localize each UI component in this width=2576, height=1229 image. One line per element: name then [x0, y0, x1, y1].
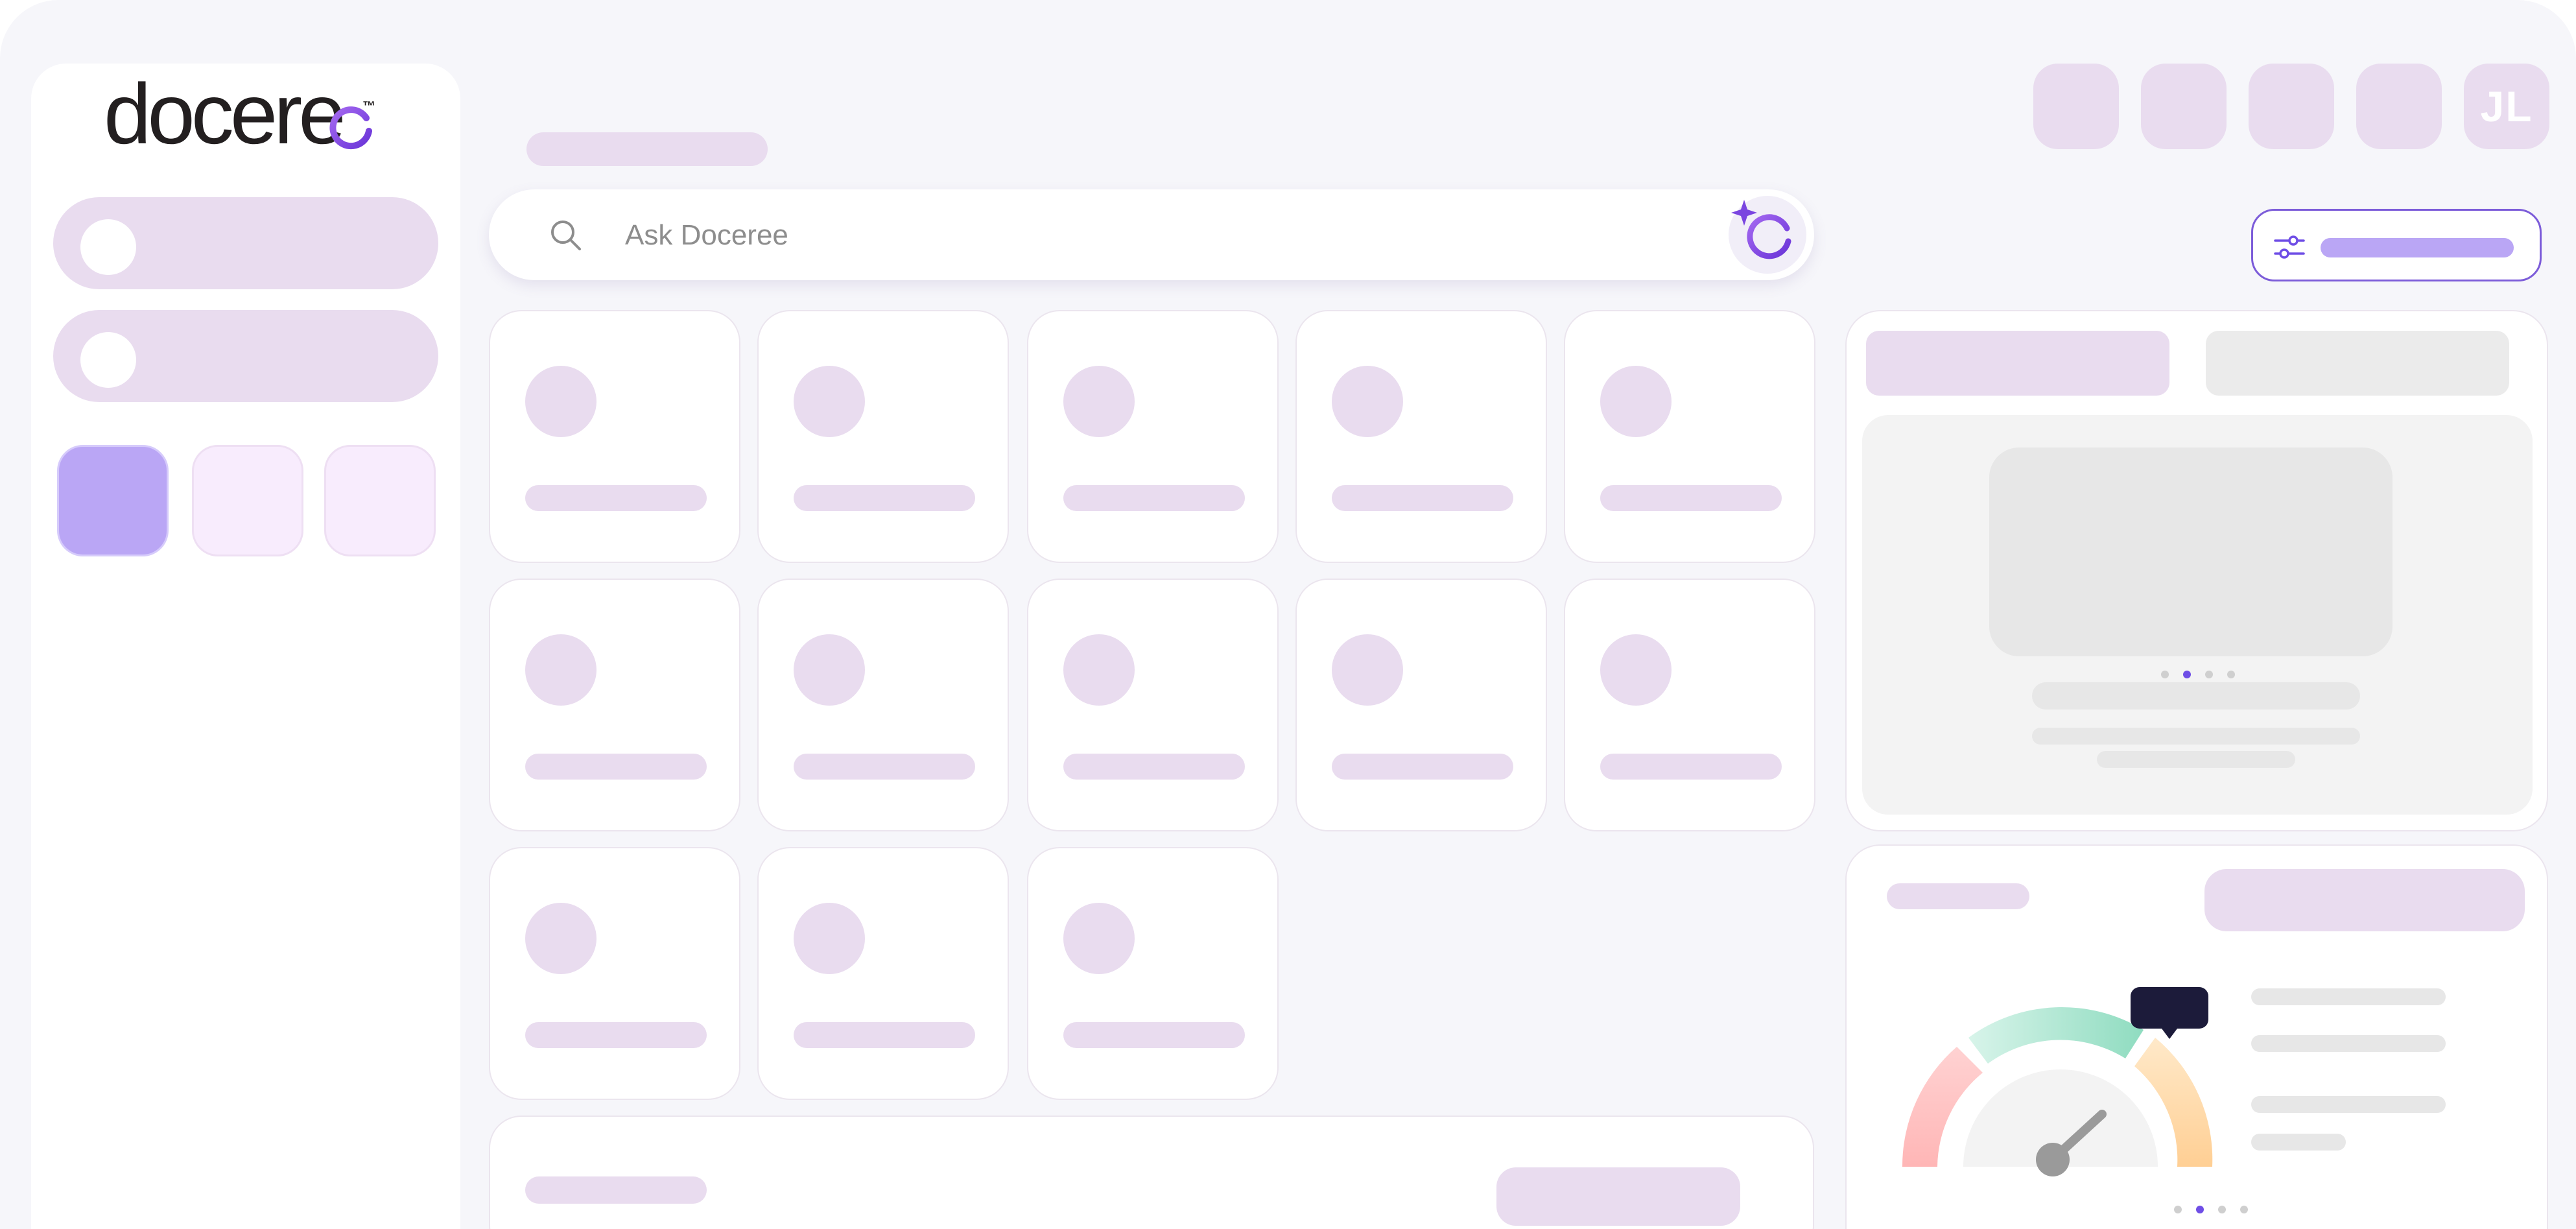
card-icon-placeholder — [1600, 634, 1672, 706]
card-label-placeholder — [525, 485, 707, 511]
card-icon-placeholder — [1063, 903, 1135, 974]
legend-line-placeholder — [2251, 988, 2446, 1005]
grid-card[interactable] — [1027, 847, 1279, 1100]
filter-label-placeholder — [2321, 238, 2514, 257]
legend-line-placeholder — [2251, 1096, 2446, 1113]
card-label-placeholder — [1600, 754, 1782, 780]
user-avatar[interactable]: JL — [2464, 64, 2549, 149]
header-action-button-3[interactable] — [2249, 64, 2334, 149]
card-icon-placeholder — [525, 366, 597, 437]
legend-line-placeholder — [2251, 1134, 2346, 1151]
carousel-dot-active[interactable] — [2196, 1206, 2204, 1213]
logo-trademark: ™ — [362, 99, 375, 113]
gauge-carousel-pagination — [2174, 1206, 2248, 1213]
filter-button[interactable] — [2251, 209, 2542, 281]
grid-card[interactable] — [757, 847, 1009, 1100]
card-label-placeholder — [794, 1022, 975, 1048]
card-icon-placeholder — [1332, 366, 1403, 437]
page-title-placeholder — [526, 132, 768, 166]
grid-card[interactable] — [489, 310, 740, 563]
card-label-placeholder — [1332, 754, 1513, 780]
sliders-icon — [2274, 235, 2305, 259]
card-icon-placeholder — [1063, 366, 1135, 437]
card-label-placeholder — [525, 754, 707, 780]
sidebar-tile-1[interactable] — [57, 445, 169, 556]
carousel-dot[interactable] — [2205, 671, 2213, 678]
carousel-dot[interactable] — [2218, 1206, 2226, 1213]
slide-text-placeholder — [2097, 751, 2295, 768]
card-icon-placeholder — [525, 634, 597, 706]
slide-text-placeholder — [2032, 728, 2360, 745]
carousel-dot[interactable] — [2174, 1206, 2182, 1213]
logo-wordmark: docere — [104, 66, 346, 161]
search-input[interactable] — [624, 209, 1664, 262]
panel-action-button[interactable] — [2204, 869, 2525, 931]
header-action-button-1[interactable] — [2033, 64, 2119, 149]
card-icon-placeholder — [794, 903, 865, 974]
tab-2[interactable] — [2206, 331, 2509, 396]
card-label-placeholder — [1063, 485, 1245, 511]
grid-card[interactable] — [757, 579, 1009, 831]
carousel-dot[interactable] — [2240, 1206, 2248, 1213]
card-label-placeholder — [1332, 485, 1513, 511]
card-icon-placeholder — [525, 903, 597, 974]
search-icon — [551, 221, 581, 250]
carousel-slide[interactable] — [1989, 447, 2393, 656]
content-preview-panel — [1845, 310, 2548, 831]
header-action-button-2[interactable] — [2141, 64, 2227, 149]
score-gauge-panel — [1845, 844, 2548, 1229]
legend-line-placeholder — [2251, 1035, 2446, 1052]
carousel-dot[interactable] — [2161, 671, 2169, 678]
nav-item-icon — [80, 332, 136, 388]
card-label-placeholder — [1063, 1022, 1245, 1048]
panel-title-placeholder — [1887, 883, 2029, 909]
sidebar-nav-item-1[interactable] — [53, 197, 438, 289]
card-icon-placeholder — [1332, 634, 1403, 706]
bottom-section-panel — [489, 1116, 1814, 1229]
grid-card[interactable] — [757, 310, 1009, 563]
card-label-placeholder — [1063, 754, 1245, 780]
nav-item-icon — [80, 219, 136, 275]
card-label-placeholder — [794, 485, 975, 511]
section-title-placeholder — [525, 1176, 707, 1204]
card-label-placeholder — [794, 754, 975, 780]
sparkle-logo-icon — [1731, 200, 1791, 259]
search-bar[interactable] — [489, 189, 1814, 280]
sidebar-tile-2[interactable] — [192, 445, 303, 556]
ai-assistant-button[interactable] — [1729, 196, 1806, 274]
carousel-pagination — [2161, 671, 2235, 678]
card-label-placeholder — [1600, 485, 1782, 511]
sidebar-nav-item-2[interactable] — [53, 310, 438, 402]
grid-card[interactable] — [1027, 310, 1279, 563]
grid-card[interactable] — [1295, 579, 1547, 831]
grid-card[interactable] — [489, 579, 740, 831]
header-action-button-4[interactable] — [2356, 64, 2442, 149]
card-icon-placeholder — [1600, 366, 1672, 437]
app-frame: docere ™ Ask Doceree JL — [0, 0, 2576, 1229]
sidebar-tile-3[interactable] — [324, 445, 436, 556]
carousel-dot-active[interactable] — [2183, 671, 2191, 678]
grid-card[interactable] — [1564, 579, 1815, 831]
grid-card[interactable] — [1295, 310, 1547, 563]
tab-1[interactable] — [1866, 331, 2169, 396]
gauge-tooltip — [2131, 987, 2208, 1039]
card-icon-placeholder — [794, 634, 865, 706]
grid-card[interactable] — [489, 847, 740, 1100]
slide-title-placeholder — [2032, 682, 2360, 710]
card-icon-placeholder — [794, 366, 865, 437]
carousel-dot[interactable] — [2227, 671, 2235, 678]
grid-card[interactable] — [1564, 310, 1815, 563]
preview-carousel — [1862, 415, 2533, 815]
card-label-placeholder — [525, 1022, 707, 1048]
card-icon-placeholder — [1063, 634, 1135, 706]
section-action-button[interactable] — [1496, 1167, 1740, 1226]
grid-card[interactable] — [1027, 579, 1279, 831]
